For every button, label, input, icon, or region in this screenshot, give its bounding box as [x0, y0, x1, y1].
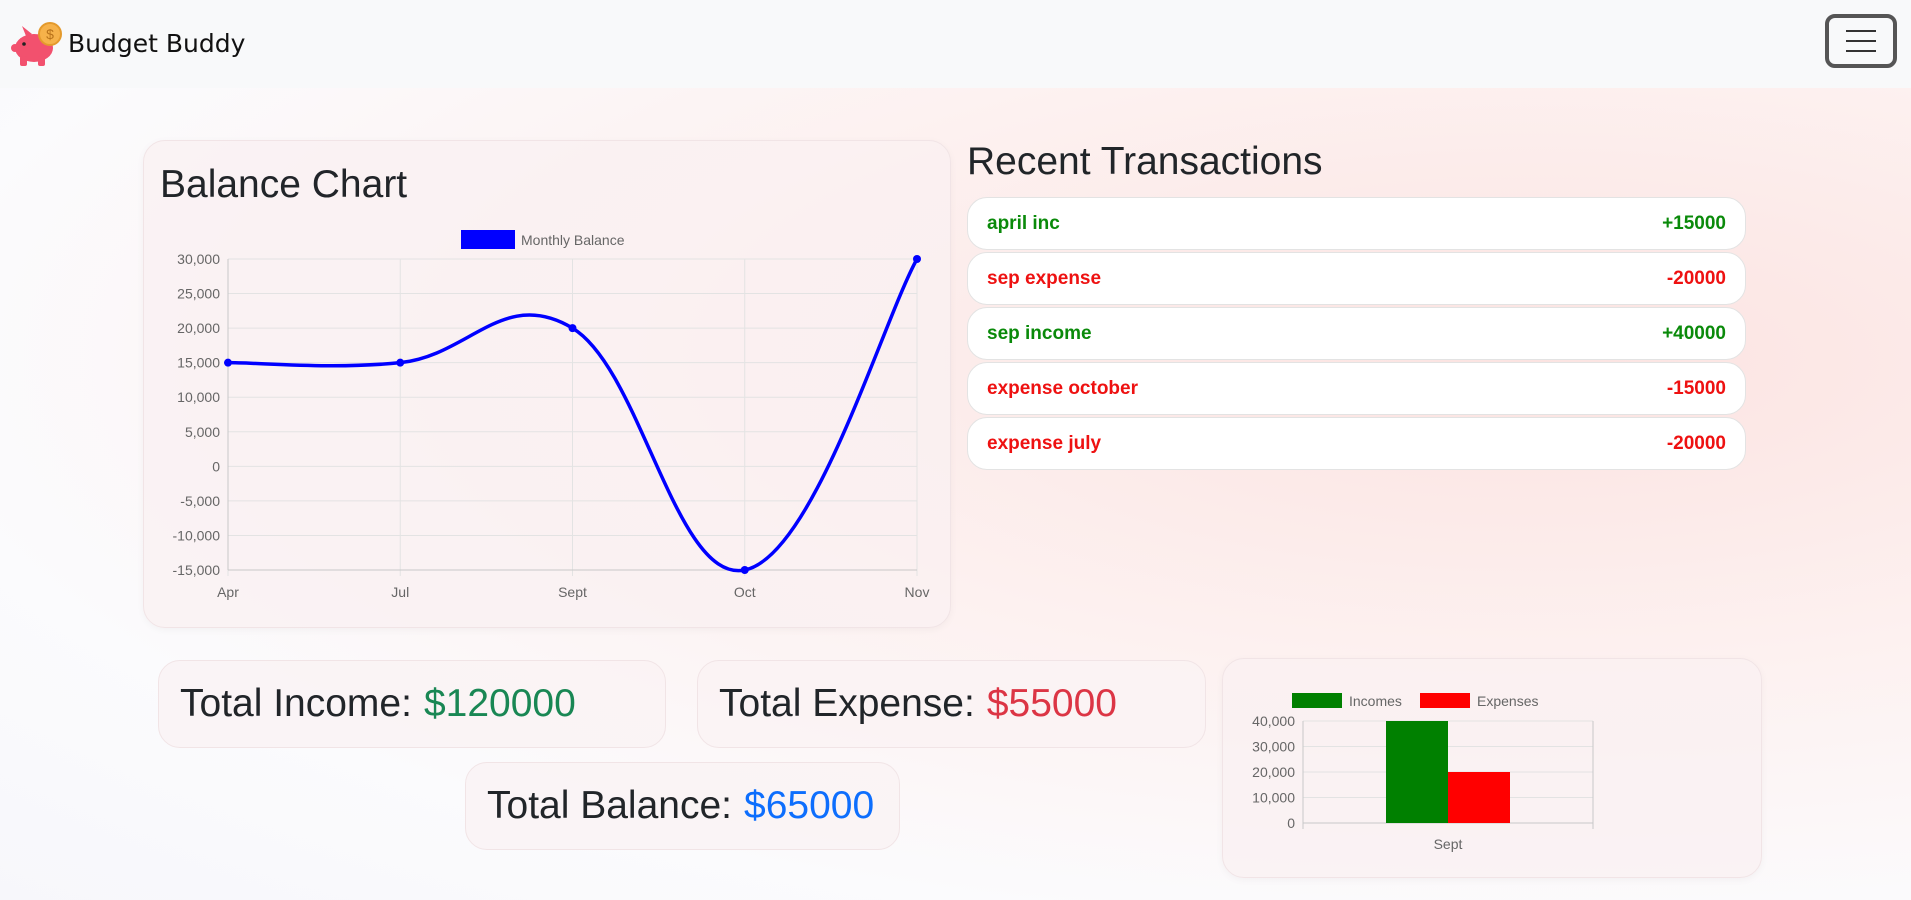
data-point [568, 324, 577, 333]
x-tick-label: Apr [217, 584, 239, 600]
transaction-row[interactable]: april inc +15000 [967, 197, 1746, 250]
legend-swatch [1420, 693, 1470, 708]
y-tick-label: 5,000 [185, 424, 220, 440]
y-tick-label: 40,000 [1252, 713, 1295, 729]
y-tick-label: 20,000 [177, 320, 220, 336]
y-tick-label: -15,000 [173, 562, 221, 578]
total-income-value: $120000 [423, 682, 576, 725]
y-tick-label: 20,000 [1252, 764, 1295, 780]
piggy-bank-icon: $ [11, 22, 62, 66]
y-tick-label: 10,000 [177, 389, 220, 405]
total-income-label: Total Income: [180, 682, 412, 725]
transaction-row[interactable]: sep expense -20000 [967, 252, 1746, 305]
transaction-row[interactable]: expense october -15000 [967, 362, 1746, 415]
transaction-name: sep expense [987, 267, 1102, 289]
data-point [740, 566, 749, 574]
total-balance-label: Total Balance: [487, 784, 732, 827]
bar-expenses [1448, 772, 1510, 823]
recent-transactions-title: Recent Transactions [967, 140, 1323, 183]
x-tick-label: Oct [734, 584, 756, 600]
transaction-name: sep income [987, 322, 1092, 344]
navbar: $ Budget Buddy [0, 0, 1911, 88]
navbar-toggle-button[interactable] [1825, 14, 1897, 68]
data-point [224, 358, 232, 367]
legend-label: Monthly Balance [521, 232, 625, 248]
data-point [396, 358, 405, 367]
balance-chart-card: Balance Chart Monthly Balance 30,000 25,00… [143, 140, 951, 628]
y-tick-label: 30,000 [1252, 739, 1295, 755]
transaction-amount: -20000 [1666, 432, 1726, 454]
income-expense-bar-chart: Incomes Expenses 40,000 30,000 20,000 10,000 0… [1252, 693, 1594, 852]
transaction-row[interactable]: sep income +40000 [967, 307, 1746, 360]
brand-link[interactable]: $ Budget Buddy [10, 18, 245, 68]
transaction-amount: +15000 [1662, 212, 1726, 234]
total-balance-value: $65000 [744, 784, 875, 827]
transaction-amount: +40000 [1662, 322, 1726, 344]
x-tick-label: Sept [558, 584, 587, 600]
transactions-list: april inc +15000 sep expense -20000 sep … [967, 197, 1746, 472]
total-expense-card: Total Expense: $55000 [697, 660, 1206, 748]
income-expense-chart-card: Incomes Expenses 40,000 30,000 20,000 10,000 0… [1222, 658, 1762, 878]
y-tick-label: -5,000 [180, 493, 220, 509]
data-point [913, 255, 921, 263]
total-expense-label: Total Expense: [719, 682, 975, 725]
total-balance-card: Total Balance: $65000 [465, 762, 900, 850]
y-tick-label: 25,000 [177, 286, 220, 302]
transaction-row[interactable]: expense july -20000 [967, 417, 1746, 470]
transaction-amount: -20000 [1666, 267, 1726, 289]
x-tick-label: Sept [1434, 836, 1463, 852]
balance-line-chart: Monthly Balance 30,000 25,000 20,000 15,000 1… [173, 230, 930, 600]
legend-swatch [1292, 693, 1342, 708]
legend-label: Incomes [1349, 693, 1402, 709]
bar-incomes [1386, 721, 1448, 823]
transaction-name: expense july [987, 432, 1102, 454]
hamburger-icon [1846, 30, 1876, 32]
y-tick-label: 0 [212, 458, 220, 474]
transaction-name: expense october [987, 377, 1138, 399]
y-tick-label: 10,000 [1252, 790, 1295, 806]
transaction-amount: -15000 [1666, 377, 1726, 399]
legend-label: Expenses [1477, 693, 1538, 709]
total-expense-value: $55000 [986, 682, 1117, 725]
transaction-name: april inc [987, 212, 1060, 234]
y-tick-label: 15,000 [177, 355, 220, 371]
y-tick-label: 0 [1287, 815, 1295, 831]
total-income-card: Total Income: $120000 [158, 660, 666, 748]
y-tick-label: 30,000 [177, 251, 220, 267]
y-tick-label: -10,000 [173, 527, 221, 543]
x-tick-label: Jul [391, 584, 409, 600]
svg-text:$: $ [46, 26, 54, 42]
x-tick-label: Nov [905, 584, 930, 600]
legend-swatch [461, 230, 515, 249]
brand-name: Budget Buddy [68, 28, 246, 58]
